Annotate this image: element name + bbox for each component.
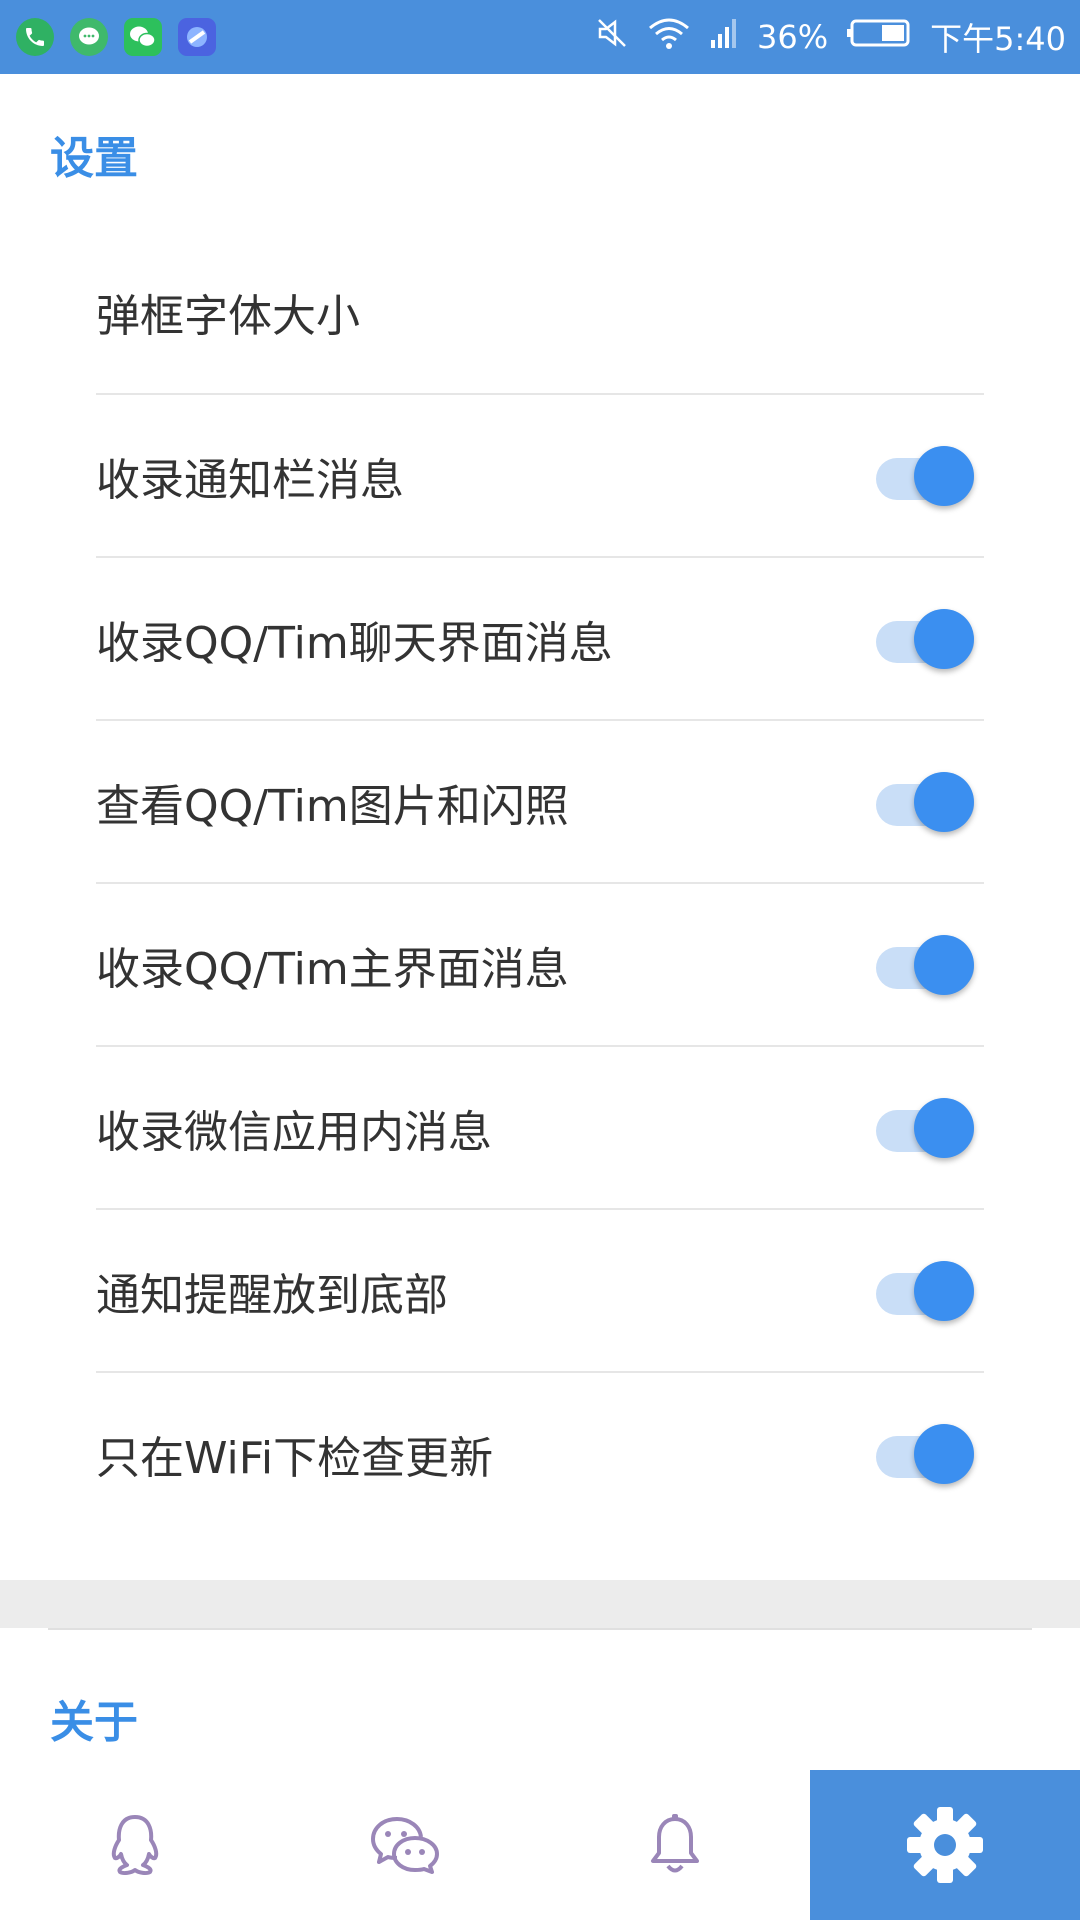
qq-icon	[111, 1815, 159, 1876]
nav-tab-qq[interactable]	[0, 1770, 270, 1920]
toggle-switch[interactable]	[876, 771, 974, 832]
nav-tab-settings[interactable]	[810, 1770, 1080, 1920]
battery-percent: 36%	[757, 18, 829, 56]
setting-label: 收录通知栏消息	[96, 454, 404, 506]
setting-label: 通知提醒放到底部	[96, 1269, 448, 1321]
wifi-icon	[647, 16, 691, 58]
settings-section-title: 设置	[50, 133, 138, 184]
status-bar: 36% 下午5:40	[0, 0, 1080, 74]
signal-icon	[709, 16, 739, 58]
toggle-switch[interactable]	[876, 1097, 974, 1158]
setting-row-notification-capture[interactable]: 收录通知栏消息	[96, 393, 984, 556]
toggle-thumb	[914, 608, 974, 669]
toggle-switch[interactable]	[876, 1423, 974, 1484]
bottom-nav	[0, 1770, 1080, 1920]
setting-row-wifi-update[interactable]: 只在WiFi下检查更新	[96, 1371, 984, 1534]
toggle-thumb	[914, 1097, 974, 1158]
nav-tab-wechat[interactable]	[270, 1770, 540, 1920]
setting-row-wechat-capture[interactable]: 收录微信应用内消息	[96, 1045, 984, 1208]
setting-label: 收录QQ/Tim聊天界面消息	[96, 617, 613, 669]
toggle-thumb	[914, 934, 974, 995]
settings-gear-icon	[907, 1807, 983, 1883]
toggle-switch[interactable]	[876, 445, 974, 506]
wechat-icon	[371, 1817, 439, 1874]
wechat-icon	[124, 18, 162, 56]
setting-row-qq-main-capture[interactable]: 收录QQ/Tim主界面消息	[96, 882, 984, 1045]
toggle-switch[interactable]	[876, 934, 974, 995]
section-separator	[0, 1580, 1080, 1628]
toggle-thumb	[914, 1260, 974, 1321]
battery-icon	[846, 16, 912, 58]
setting-label: 查看QQ/Tim图片和闪照	[96, 780, 569, 832]
mute-icon	[595, 16, 629, 58]
setting-row-qq-images[interactable]: 查看QQ/Tim图片和闪照	[96, 719, 984, 882]
setting-label: 弹框字体大小	[96, 290, 360, 342]
toggle-thumb	[914, 1423, 974, 1484]
setting-row-qq-chat-capture[interactable]: 收录QQ/Tim聊天界面消息	[96, 556, 984, 719]
toggle-switch[interactable]	[876, 608, 974, 669]
setting-row-notify-bottom[interactable]: 通知提醒放到底部	[96, 1208, 984, 1371]
phone-icon	[16, 18, 54, 56]
setting-label: 收录微信应用内消息	[96, 1106, 492, 1158]
divider	[48, 1628, 1032, 1630]
setting-label: 只在WiFi下检查更新	[96, 1432, 494, 1484]
settings-list: 弹框字体大小 收录通知栏消息 收录QQ/Tim聊天界面消息 查看QQ/Tim图片…	[0, 230, 1080, 1534]
nav-tab-notifications[interactable]	[540, 1770, 810, 1920]
toggle-switch[interactable]	[876, 1260, 974, 1321]
setting-label: 收录QQ/Tim主界面消息	[96, 943, 569, 995]
about-section-title[interactable]: 关于	[50, 1686, 138, 1750]
setting-row-font-size[interactable]: 弹框字体大小	[96, 230, 984, 393]
browser-icon	[178, 18, 216, 56]
bell-icon	[651, 1814, 699, 1873]
toggle-thumb	[914, 445, 974, 506]
system-status: 36% 下午5:40	[595, 14, 1080, 60]
notification-icons	[0, 18, 216, 56]
toggle-thumb	[914, 771, 974, 832]
clock: 下午5:40	[930, 20, 1066, 58]
messages-icon	[70, 18, 108, 56]
